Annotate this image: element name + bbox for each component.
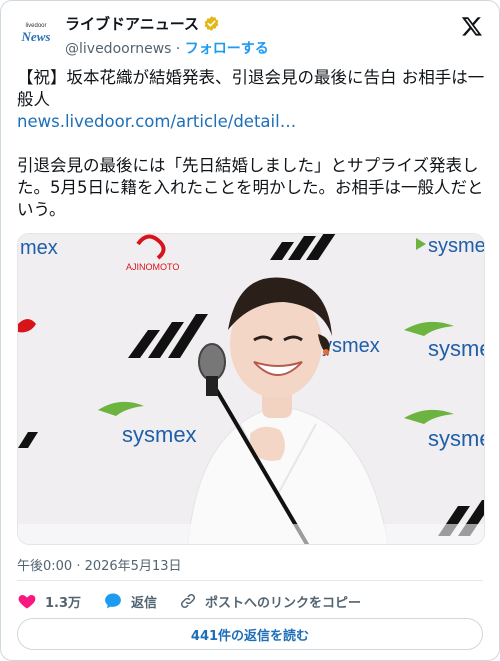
- author-block: ライブドアニュース @livedoornews · フォローする: [65, 13, 269, 58]
- heart-icon: [18, 595, 36, 609]
- action-bar: 1.3万 返信 ポストへのリンクをコピー: [17, 589, 383, 613]
- post-body: 引退会見の最後には「先日結婚しました」とサプライズ発表した。5月5日に籍を入れた…: [17, 156, 484, 219]
- sysmex-logo-fragment: mex: [20, 237, 58, 259]
- author-handle[interactable]: @livedoornews: [65, 41, 171, 57]
- post-headline: 【祝】坂本花織が結婚発表、引退会見の最後に告白 お相手は一般人: [17, 68, 485, 109]
- sysmex-logo-right: sysmex: [428, 336, 485, 361]
- divider: [17, 580, 483, 581]
- x-logo-icon[interactable]: [461, 15, 483, 37]
- verified-badge-icon: [204, 16, 219, 31]
- sysmex-logo-left: sysmex: [122, 422, 197, 447]
- speech-bubble-icon: [105, 593, 121, 609]
- sysmex-logo-top-right: sysmex: [428, 235, 485, 257]
- link-icon: [181, 593, 196, 609]
- post-timestamp[interactable]: 午後0:00 · 2026年5月13日: [17, 555, 182, 574]
- handle-separator: ·: [175, 41, 181, 57]
- article-link[interactable]: news.livedoor.com/article/detail…: [17, 111, 487, 133]
- livedoor-news-avatar[interactable]: livedoor News: [15, 13, 57, 55]
- embedded-post-card: livedoor News ライブドアニュース @livedoornews · …: [0, 0, 500, 661]
- copy-link-button[interactable]: ポストへのリンクをコピー: [179, 592, 361, 611]
- like-button[interactable]: 1.3万: [17, 591, 81, 611]
- post-header: livedoor News ライブドアニュース @livedoornews · …: [15, 11, 485, 58]
- ajinomoto-logo: AJINOMOTO: [126, 262, 179, 272]
- read-replies-button[interactable]: 441件の返信を読む: [17, 618, 483, 650]
- handle-line: @livedoornews · フォローする: [65, 38, 269, 58]
- press-conference-photo: mex AJINOMOTO sysmex sysmex sysmex sysme…: [18, 234, 485, 544]
- author-name[interactable]: ライブドアニュース: [65, 13, 199, 34]
- post-text: 【祝】坂本花織が結婚発表、引退会見の最後に告白 お相手は一般人 news.liv…: [17, 67, 487, 221]
- follow-button[interactable]: フォローする: [185, 41, 269, 57]
- author-name-row: ライブドアニュース: [65, 13, 269, 34]
- reply-label: 返信: [131, 595, 158, 611]
- reply-button[interactable]: 返信: [103, 591, 157, 611]
- sysmex-logo-right-lower: sysmex: [428, 426, 485, 451]
- post-photo[interactable]: mex AJINOMOTO sysmex sysmex sysmex sysme…: [17, 233, 485, 545]
- avatar-big-text: News: [21, 29, 51, 44]
- copy-link-label: ポストへのリンクをコピー: [205, 595, 362, 611]
- like-count: 1.3万: [45, 595, 82, 611]
